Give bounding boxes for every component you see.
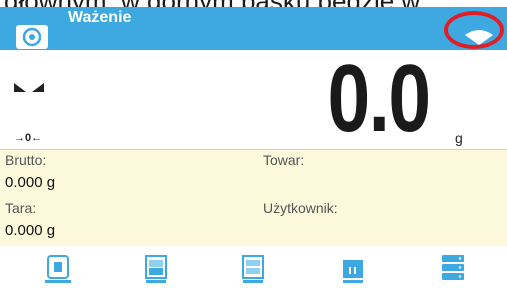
databases-icon[interactable]	[440, 254, 466, 284]
tare-icon[interactable]	[45, 254, 71, 284]
info-panel: Brutto: 0.000 g Tara: 0.000 g Towar: Uży…	[0, 149, 507, 246]
packaging-database-icon[interactable]	[240, 254, 266, 284]
zero-indicator: →0←	[14, 132, 43, 144]
product-label: Towar:	[263, 152, 305, 168]
user-label: Użytkownik:	[263, 200, 338, 216]
stability-marker-icon	[14, 83, 44, 92]
mode-title[interactable]: Ważenie	[68, 9, 131, 27]
weighing-display: →0← 0.0 g	[0, 45, 507, 152]
tare-label: Tara:	[5, 200, 37, 216]
top-bar: Ważenie	[0, 7, 507, 50]
weight-value: 0.0	[327, 45, 431, 152]
highlight-circle	[444, 11, 504, 49]
weight-unit[interactable]: g	[455, 130, 463, 146]
statistics-icon[interactable]	[340, 254, 366, 284]
product-database-icon[interactable]	[143, 254, 169, 284]
scale-dial-icon[interactable]	[14, 21, 50, 51]
gross-value: 0.000 g	[5, 174, 56, 191]
tare-value: 0.000 g	[5, 222, 56, 239]
bottom-toolbar	[0, 246, 507, 288]
gross-label: Brutto:	[5, 152, 47, 168]
